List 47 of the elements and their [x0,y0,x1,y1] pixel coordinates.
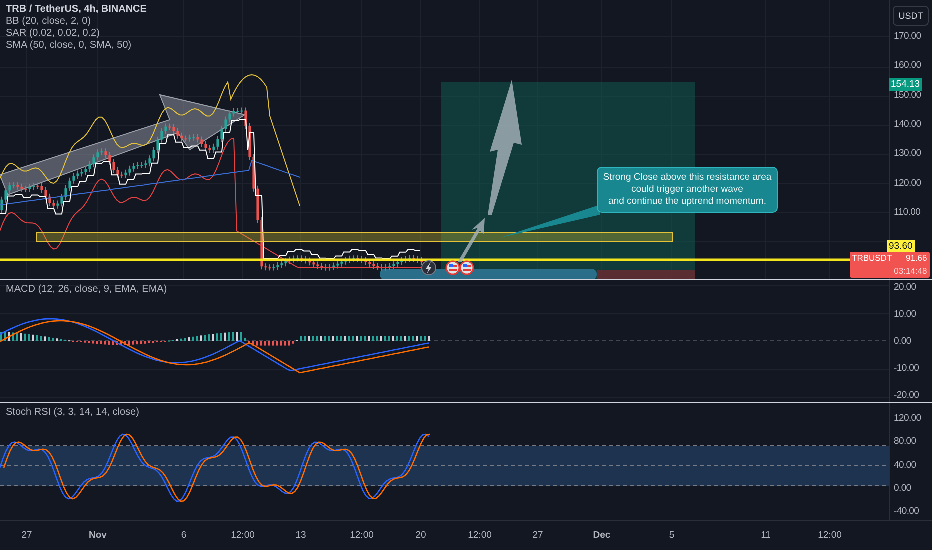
axis-label: 120.00 [893,413,922,425]
axis-label: 140.00 [893,118,922,131]
indicator-label: SMA (50, close, 0, SMA, 50) [6,40,133,51]
price-badge: 154.13 [889,78,922,91]
axis-label: 130.00 [893,148,922,160]
time-label: 20 [416,530,426,541]
axis-label: -40.00 [893,506,920,518]
time-label: Nov [89,530,107,541]
indicator-label: MACD (12, 26, close, 9, EMA, EMA) [6,284,168,295]
symbol-label: TRBUSDT [852,252,892,265]
time-label: 13 [296,530,306,541]
time-label: 12:00 [818,530,842,541]
indicator-label: BB (20, close, 2, 0) [6,16,92,27]
axis-label: -20.00 [893,390,920,402]
currency-button[interactable]: USDT [893,6,929,26]
lightning-icon [422,260,436,276]
indicator-label: Stoch RSI (3, 3, 14, 14, close) [6,407,140,418]
axis-label: 0.00 [893,482,912,495]
axis-label: 120.00 [893,178,922,190]
price-label: 91.66 [904,252,928,265]
flag-icon [460,260,474,276]
axis-label: 150.00 [893,90,922,102]
axis-label: 170.00 [893,31,922,43]
callout-text: Strong Close above this resistance area could trigger another wave and continue the uptrend momentum. [597,167,778,213]
countdown-label: 03:14:48 [894,265,928,278]
time-label: 27 [22,530,32,541]
axis-label: 10.00 [893,309,918,321]
time-label: 5 [669,530,675,541]
time-label: 12:00 [350,530,374,541]
axis-label: 110.00 [893,206,922,219]
time-label: 12:00 [468,530,492,541]
time-label: 6 [181,530,187,541]
axis-label: -10.00 [893,363,920,375]
axis-label: 20.00 [893,282,918,294]
axis-label: 40.00 [893,460,918,472]
indicator-label: SAR (0.02, 0.02, 0.2) [6,28,101,39]
time-label: 11 [761,530,771,541]
time-label: 12:00 [231,530,255,541]
price-badge: 93.60 [887,240,915,253]
small-arrow-drawing [458,218,485,262]
time-label: Dec [593,530,611,541]
symbol-title: TRB / TetherUS, 4h, BINANCE [6,4,147,15]
axis-label: 160.00 [893,60,922,72]
axis-label: 80.00 [893,436,918,448]
flag-icon [446,260,460,276]
time-label: 27 [532,530,544,541]
axis-label: 0.00 [893,336,912,348]
